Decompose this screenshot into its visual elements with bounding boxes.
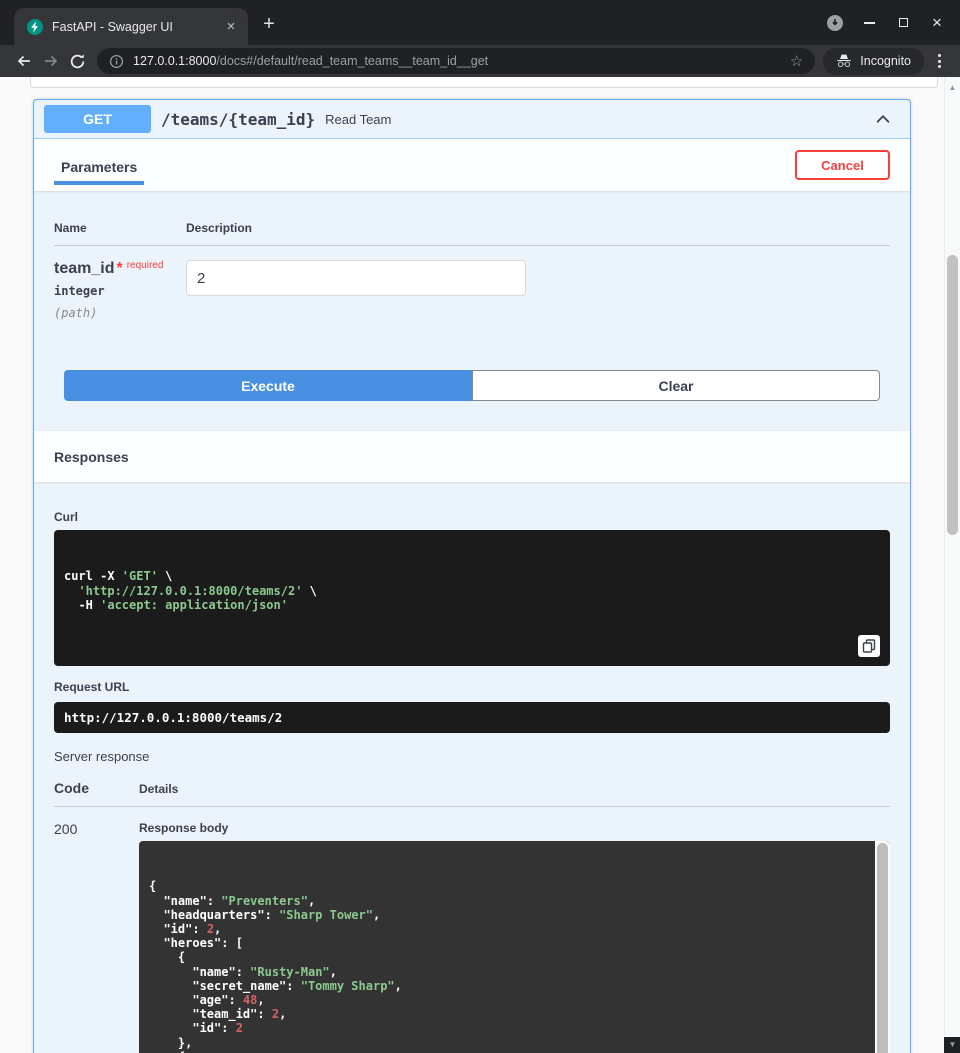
maximize-icon bbox=[899, 18, 908, 27]
page-scrollbar[interactable]: ▲ ▼ bbox=[944, 77, 960, 1053]
chevron-up-icon[interactable] bbox=[874, 110, 900, 128]
details-column-header: Details bbox=[139, 782, 178, 796]
parameter-type: integer bbox=[54, 284, 186, 298]
maximize-button[interactable] bbox=[886, 6, 920, 40]
back-button[interactable] bbox=[10, 48, 37, 74]
tab-close-icon[interactable]: × bbox=[222, 18, 240, 36]
clear-button[interactable]: Clear bbox=[472, 370, 880, 401]
tab-title: FastAPI - Swagger UI bbox=[52, 20, 213, 34]
response-scrollbar[interactable] bbox=[875, 841, 890, 1053]
cancel-button[interactable]: Cancel bbox=[795, 150, 890, 180]
curl-label: Curl bbox=[54, 510, 890, 524]
minimize-icon bbox=[864, 22, 875, 24]
url-path: /docs#/default/read_team_teams__team_id_… bbox=[216, 54, 488, 68]
required-star: * bbox=[116, 260, 122, 277]
swagger-page: GET /teams/{team_id} Read Team Parameter… bbox=[0, 77, 960, 1053]
bookmark-star-icon[interactable]: ☆ bbox=[790, 52, 803, 70]
curl-command: curl -X 'GET' \ 'http://127.0.0.1:8000/t… bbox=[54, 530, 890, 666]
page-scrollbar-thumb[interactable] bbox=[947, 255, 958, 535]
response-body: { "name": "Preventers", "headquarters": … bbox=[139, 841, 890, 1053]
execute-button[interactable]: Execute bbox=[64, 370, 472, 401]
scroll-down-icon[interactable]: ▼ bbox=[944, 1037, 960, 1053]
tab-parameters[interactable]: Parameters bbox=[54, 149, 144, 185]
incognito-badge: Incognito bbox=[823, 48, 924, 75]
parameter-location: (path) bbox=[54, 306, 186, 320]
menu-button[interactable] bbox=[928, 48, 950, 74]
forward-button[interactable] bbox=[37, 48, 64, 74]
responses-header: Responses bbox=[34, 431, 910, 482]
opblock-summary[interactable]: GET /teams/{team_id} Read Team bbox=[34, 100, 910, 139]
responses-title: Responses bbox=[54, 449, 129, 465]
url-bar[interactable]: 127.0.0.1:8000/docs#/default/read_team_t… bbox=[97, 48, 815, 74]
url-host: 127.0.0.1:8000 bbox=[133, 54, 216, 68]
status-code: 200 bbox=[54, 821, 139, 1053]
parameter-name: team_id*required bbox=[54, 260, 186, 278]
update-icon[interactable] bbox=[818, 15, 852, 31]
incognito-icon bbox=[836, 53, 852, 69]
window-controls: × bbox=[818, 0, 954, 45]
response-scrollbar-thumb[interactable] bbox=[877, 843, 888, 1053]
name-column-header: Name bbox=[54, 221, 186, 235]
new-tab-button[interactable]: + bbox=[254, 10, 284, 40]
team-id-input[interactable] bbox=[186, 260, 526, 296]
response-body-label: Response body bbox=[139, 821, 890, 835]
execute-row: Execute Clear bbox=[34, 370, 910, 421]
code-column-header: Code bbox=[54, 780, 139, 796]
responses-content: Curl curl -X 'GET' \ 'http://127.0.0.1:8… bbox=[34, 482, 910, 1053]
incognito-label: Incognito bbox=[860, 54, 911, 68]
response-table-header: Code Details bbox=[54, 780, 890, 807]
tab-strip: FastAPI - Swagger UI × + × bbox=[0, 0, 960, 45]
opblock-get: GET /teams/{team_id} Read Team Parameter… bbox=[33, 99, 911, 1053]
info-icon[interactable] bbox=[109, 54, 124, 69]
reload-button[interactable] bbox=[64, 48, 91, 74]
copy-icon[interactable] bbox=[858, 635, 880, 657]
endpoint-summary: Read Team bbox=[325, 112, 391, 127]
response-row: 200 Response body { "name": "Preventers"… bbox=[54, 807, 890, 1053]
browser-toolbar: 127.0.0.1:8000/docs#/default/read_team_t… bbox=[0, 45, 960, 77]
window-close-button[interactable]: × bbox=[920, 6, 954, 40]
method-badge: GET bbox=[44, 105, 151, 133]
endpoint-path: /teams/{team_id} bbox=[161, 110, 315, 129]
fastapi-logo-icon bbox=[27, 19, 43, 35]
browser-tab[interactable]: FastAPI - Swagger UI × bbox=[14, 8, 248, 45]
browser-chrome: FastAPI - Swagger UI × + × 127.0.0.1:800… bbox=[0, 0, 960, 77]
url-text: 127.0.0.1:8000/docs#/default/read_team_t… bbox=[133, 54, 781, 68]
parameters-header: Parameters Cancel bbox=[34, 139, 910, 191]
previous-section-edge bbox=[30, 77, 938, 88]
parameters-table: Name Description team_id*required intege… bbox=[34, 191, 910, 370]
minimize-button[interactable] bbox=[852, 6, 886, 40]
parameter-row: team_id*required integer (path) bbox=[54, 246, 890, 370]
server-response-label: Server response bbox=[54, 749, 890, 764]
required-label: required bbox=[127, 260, 164, 271]
scroll-up-icon[interactable]: ▲ bbox=[945, 83, 960, 92]
request-url-value: http://127.0.0.1:8000/teams/2 bbox=[54, 702, 890, 733]
request-url-label: Request URL bbox=[54, 680, 890, 694]
description-column-header: Description bbox=[186, 221, 252, 235]
